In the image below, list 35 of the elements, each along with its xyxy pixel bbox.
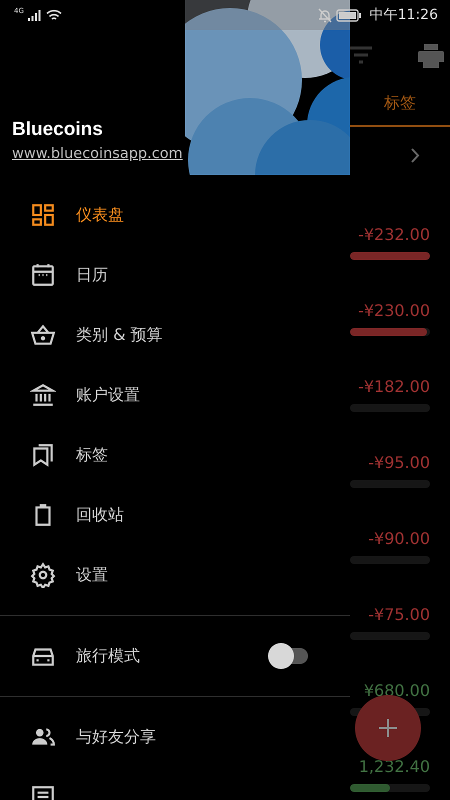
amount-text: -¥230.00	[358, 301, 430, 320]
printer-icon[interactable]	[418, 44, 444, 68]
menu-item[interactable]: 日历	[0, 245, 350, 305]
amount-text: -¥95.00	[368, 453, 430, 472]
amount-text: 1,232.40	[358, 757, 430, 776]
wifi-icon	[46, 8, 62, 22]
tab[interactable]: 标签	[350, 82, 450, 127]
menu-item[interactable]: 账户设置	[0, 365, 350, 425]
filter-icon[interactable]	[350, 46, 372, 66]
chevron-right-icon[interactable]	[411, 148, 420, 163]
battery-icon	[336, 8, 362, 22]
toggle-switch[interactable]	[268, 643, 308, 669]
calendar-icon	[30, 262, 56, 288]
bank-icon	[30, 382, 56, 408]
menu-item[interactable]: 仪表盘	[0, 185, 350, 245]
bell-off-icon	[318, 8, 332, 22]
plus-icon	[378, 718, 398, 738]
amount-text: -¥75.00	[368, 605, 430, 624]
amount-text: -¥90.00	[368, 529, 430, 548]
amount-text: -¥182.00	[358, 377, 430, 396]
menu-item[interactable]: 标签	[0, 425, 350, 485]
amount-text: -¥232.00	[358, 225, 430, 244]
menu-item[interactable]: 类别 & 预算	[0, 305, 350, 365]
website-link[interactable]: www.bluecoinsapp.com	[12, 146, 185, 162]
menu-item[interactable]: 与好友分享	[0, 707, 350, 767]
menu-item-label: 旅行模式	[76, 646, 140, 666]
menu-item[interactable]: 回收站	[0, 485, 350, 545]
signal-icon	[28, 9, 42, 21]
app-name: Bluecoins	[12, 119, 104, 141]
basket-icon	[30, 322, 56, 348]
dashboard-icon	[30, 202, 56, 228]
menu-item[interactable]: 设置	[0, 545, 350, 605]
clock-time: 中午11:26	[370, 6, 438, 24]
settings-icon	[30, 562, 56, 588]
amount-text: ¥680.00	[364, 681, 430, 700]
